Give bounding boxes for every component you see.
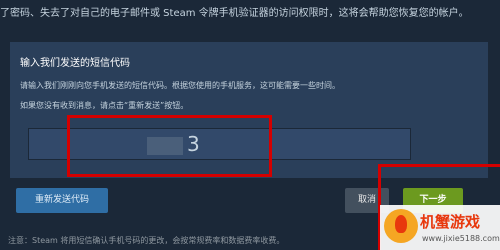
resend-code-button[interactable]: 重新发送代码 [16,188,108,213]
flame-icon [395,215,407,233]
crab-logo-icon [384,209,418,243]
sms-fee-note: 注意：Steam 将用短信确认手机号码的更改，会按常规费率和数据费率收费。 [8,236,285,245]
intro-text: 了密码、失去了对自己的电子邮件或 Steam 令牌手机验证器的访问权限时，这将会… [0,8,469,19]
site-watermark: 机蟹游戏 www.jixie5188.com [380,205,500,250]
steam-recovery-page: 了密码、失去了对自己的电子邮件或 Steam 令牌手机验证器的访问权限时，这将会… [0,0,500,250]
code-highlight-box [67,115,272,177]
watermark-brand: 机蟹游戏 [420,213,481,231]
panel-title: 输入我们发送的短信代码 [20,58,130,69]
instruction-text: 请输入我们刚刚向您手机发送的短信代码。根据您使用的手机服务，这可能需要一些时间。 [20,81,340,90]
resend-hint-text: 如果您没有收到消息，请点击“重新发送”按钮。 [20,101,189,110]
watermark-url: www.jixie5188.com [422,234,500,243]
